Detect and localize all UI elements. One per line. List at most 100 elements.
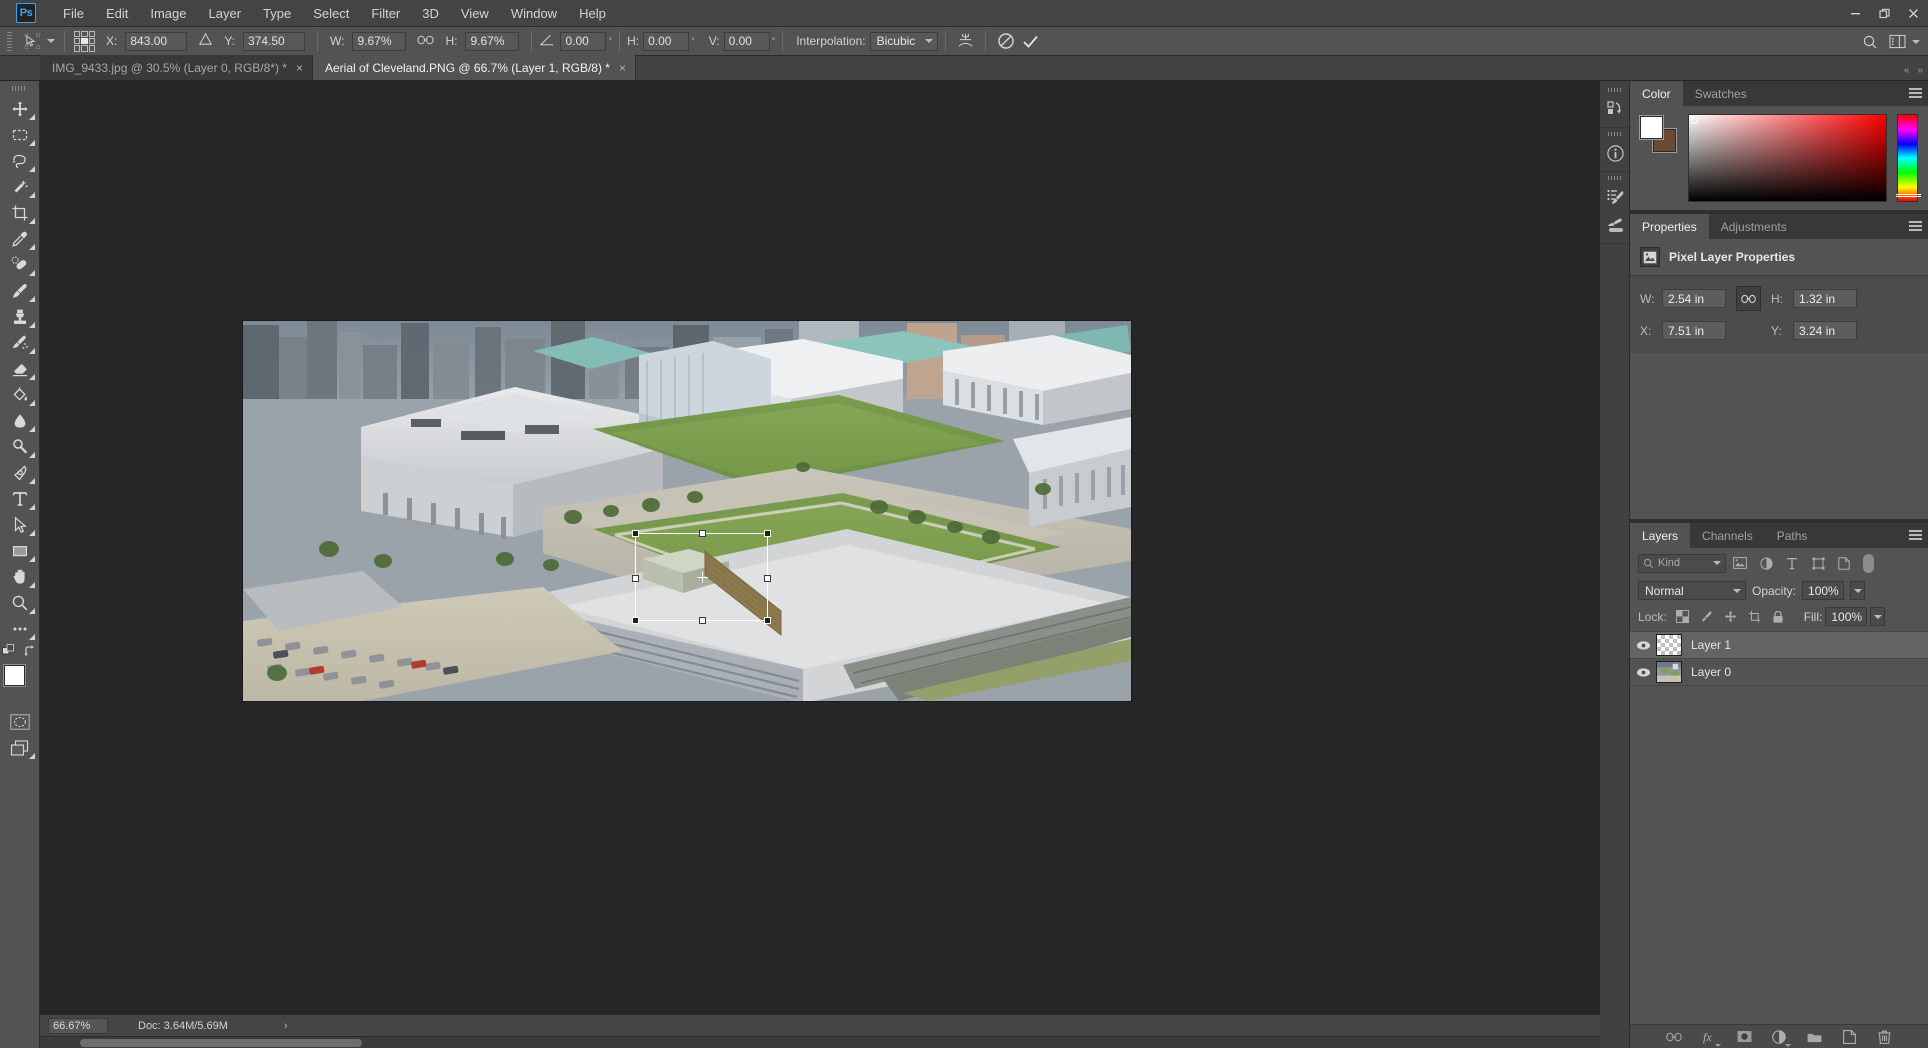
- add-layer-mask-icon[interactable]: [1735, 1028, 1753, 1046]
- color-panel-menu-icon[interactable]: [1909, 88, 1922, 98]
- foreground-color-swatch[interactable]: [3, 665, 25, 686]
- paint-bucket-tool[interactable]: [3, 382, 37, 408]
- layer-thumbnail[interactable]: [1656, 661, 1682, 683]
- warp-mode-icon[interactable]: [953, 30, 978, 53]
- workspace-switcher-icon[interactable]: [1884, 30, 1910, 53]
- refpoint-br[interactable]: [88, 45, 95, 52]
- tab-paths[interactable]: Paths: [1764, 523, 1820, 548]
- filter-shape-icon[interactable]: [1806, 553, 1830, 573]
- move-tool[interactable]: [3, 96, 37, 122]
- menu-layer[interactable]: Layer: [198, 0, 253, 27]
- link-icon[interactable]: [417, 34, 435, 49]
- rail-grip[interactable]: [1608, 176, 1621, 180]
- tab-properties[interactable]: Properties: [1630, 214, 1709, 239]
- new-group-icon[interactable]: [1805, 1028, 1823, 1046]
- collapse-dock-left-icon[interactable]: «: [1901, 65, 1913, 76]
- cancel-transform-icon[interactable]: [993, 30, 1018, 53]
- lock-position-icon[interactable]: [1720, 607, 1741, 626]
- filter-enable-toggle[interactable]: [1863, 553, 1874, 573]
- properties-w-input[interactable]: 2.54 in: [1662, 289, 1726, 308]
- brush-tool[interactable]: [3, 278, 37, 304]
- skew-h-input[interactable]: 0.00: [643, 31, 690, 51]
- document-tab-aerial-cleveland[interactable]: Aerial of Cleveland.PNG @ 66.7% (Layer 1…: [312, 55, 636, 80]
- rail-grip[interactable]: [1608, 132, 1621, 136]
- default-colors-icon[interactable]: [2, 644, 16, 661]
- properties-h-input[interactable]: 1.32 in: [1793, 289, 1857, 308]
- menu-window[interactable]: Window: [500, 0, 568, 27]
- layers-panel-menu-icon[interactable]: [1909, 530, 1922, 540]
- status-expand-icon[interactable]: ›: [284, 1020, 288, 1032]
- info-panel-icon[interactable]: [1600, 139, 1630, 167]
- menu-help[interactable]: Help: [568, 0, 617, 27]
- tab-swatches[interactable]: Swatches: [1682, 81, 1759, 106]
- layer-thumbnail[interactable]: [1656, 634, 1682, 656]
- opacity-value[interactable]: 100%: [1802, 581, 1845, 600]
- canvas-viewport[interactable]: [40, 81, 1600, 1014]
- lock-transparent-pixels-icon[interactable]: [1672, 607, 1693, 626]
- crop-tool[interactable]: [3, 200, 37, 226]
- new-layer-icon[interactable]: [1840, 1028, 1858, 1046]
- transform-handle-top-left[interactable]: [632, 530, 639, 537]
- interpolation-select[interactable]: Bicubic: [869, 31, 939, 51]
- h-input[interactable]: 9.67%: [465, 31, 520, 51]
- quick-selection-tool[interactable]: [3, 174, 37, 200]
- layer-name[interactable]: Layer 1: [1691, 638, 1731, 652]
- horizontal-scrollbar[interactable]: [40, 1036, 1600, 1048]
- refpoint-bl[interactable]: [74, 45, 81, 52]
- new-adjustment-layer-icon[interactable]: [1770, 1028, 1791, 1047]
- tool-preset-picker[interactable]: [18, 30, 57, 52]
- layer-style-fx-icon[interactable]: fx: [1700, 1028, 1721, 1047]
- w-input[interactable]: 9.67%: [352, 31, 407, 51]
- menu-3d[interactable]: 3D: [411, 0, 450, 27]
- fill-value[interactable]: 100%: [1825, 607, 1868, 626]
- layer-row-layer0[interactable]: Layer 0: [1630, 659, 1928, 686]
- menu-filter[interactable]: Filter: [360, 0, 411, 27]
- tab-close-icon[interactable]: ×: [296, 62, 303, 74]
- refpoint-mr[interactable]: [88, 37, 95, 45]
- hand-tool[interactable]: [3, 564, 37, 590]
- color-swatches[interactable]: [3, 665, 37, 699]
- transform-handle-top-right[interactable]: [764, 530, 771, 537]
- search-icon[interactable]: [1857, 30, 1882, 53]
- screen-mode-button[interactable]: [3, 735, 37, 761]
- lock-image-pixels-icon[interactable]: [1696, 607, 1717, 626]
- type-tool[interactable]: [3, 486, 37, 512]
- workspace-caret-icon[interactable]: [1912, 39, 1920, 44]
- marquee-tool[interactable]: [3, 122, 37, 148]
- toolbar-grip[interactable]: [12, 86, 27, 91]
- zoom-level-field[interactable]: 66.67%: [48, 1017, 108, 1034]
- transform-handle-bottom-center[interactable]: [699, 617, 706, 624]
- filter-smart-object-icon[interactable]: [1832, 553, 1856, 573]
- zoom-tool[interactable]: [3, 590, 37, 616]
- edit-toolbar-button[interactable]: [3, 616, 37, 642]
- lock-all-icon[interactable]: [1768, 607, 1789, 626]
- healing-brush-tool[interactable]: [3, 252, 37, 278]
- transform-bounding-box[interactable]: [632, 530, 771, 624]
- tab-channels[interactable]: Channels: [1690, 523, 1765, 548]
- refpoint-ml[interactable]: [74, 37, 81, 45]
- transform-handle-top-center[interactable]: [699, 530, 706, 537]
- skew-v-input[interactable]: 0.00: [723, 31, 770, 51]
- quick-mask-button[interactable]: [3, 709, 37, 735]
- pen-tool[interactable]: [3, 460, 37, 486]
- brush-settings-icon[interactable]: [1600, 211, 1630, 239]
- filter-type-icon[interactable]: [1780, 553, 1804, 573]
- relative-position-icon[interactable]: [198, 32, 213, 50]
- menu-view[interactable]: View: [450, 0, 500, 27]
- refpoint-tc[interactable]: [81, 30, 88, 37]
- blend-mode-select[interactable]: Normal: [1638, 581, 1746, 600]
- link-dimensions-icon[interactable]: [1736, 286, 1761, 311]
- layer-visibility-toggle[interactable]: [1630, 640, 1656, 651]
- refpoint-mc[interactable]: [81, 37, 88, 45]
- link-layers-icon[interactable]: [1665, 1028, 1683, 1046]
- refpoint-tr[interactable]: [88, 30, 95, 37]
- tab-color[interactable]: Color: [1630, 81, 1683, 106]
- menu-edit[interactable]: Edit: [95, 0, 139, 27]
- x-input[interactable]: 843.00 px: [125, 31, 188, 65]
- dodge-tool[interactable]: [3, 434, 37, 460]
- history-panel-icon[interactable]: [1600, 95, 1630, 123]
- restore-button[interactable]: [1870, 0, 1899, 27]
- properties-y-input[interactable]: 3.24 in: [1793, 321, 1857, 340]
- collapse-dock-right-icon[interactable]: »: [1914, 65, 1926, 76]
- y-input[interactable]: 374.50 px: [243, 31, 306, 65]
